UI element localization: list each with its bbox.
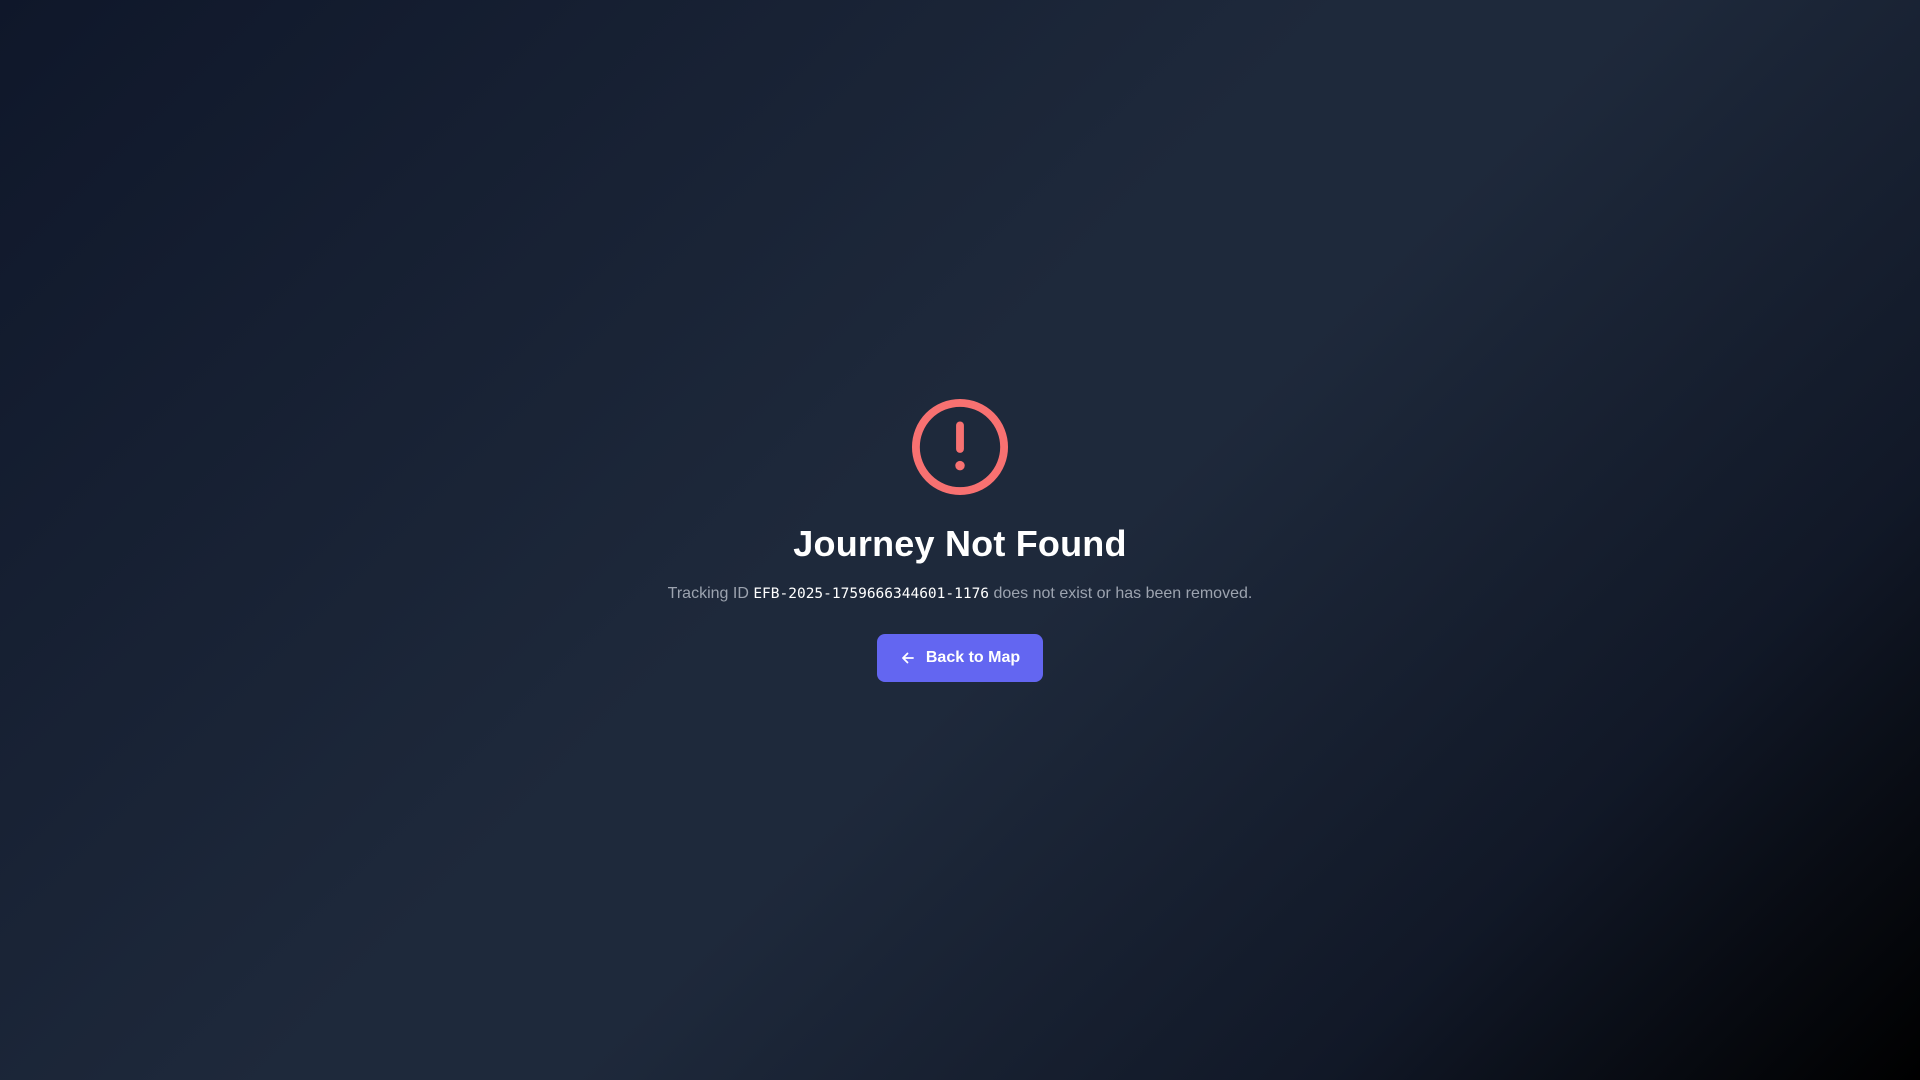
message-prefix: Tracking ID — [667, 584, 749, 602]
error-message: Tracking ID EFB-2025-1759666344601-1176 … — [668, 582, 1253, 606]
back-to-map-label: Back to Map — [925, 648, 1021, 666]
tracking-id: EFB-2025-1759666344601-1176 — [753, 585, 990, 602]
page-title: Journey Not Found — [793, 522, 1127, 564]
back-to-map-button[interactable]: Back to Map — [876, 633, 1044, 682]
arrow-left-icon — [901, 652, 914, 663]
message-suffix: does not exist or has been removed. — [993, 584, 1253, 602]
not-found-panel: Journey Not Found Tracking ID EFB-2025-1… — [0, 0, 1920, 1080]
alert-circle-icon — [911, 398, 1009, 495]
